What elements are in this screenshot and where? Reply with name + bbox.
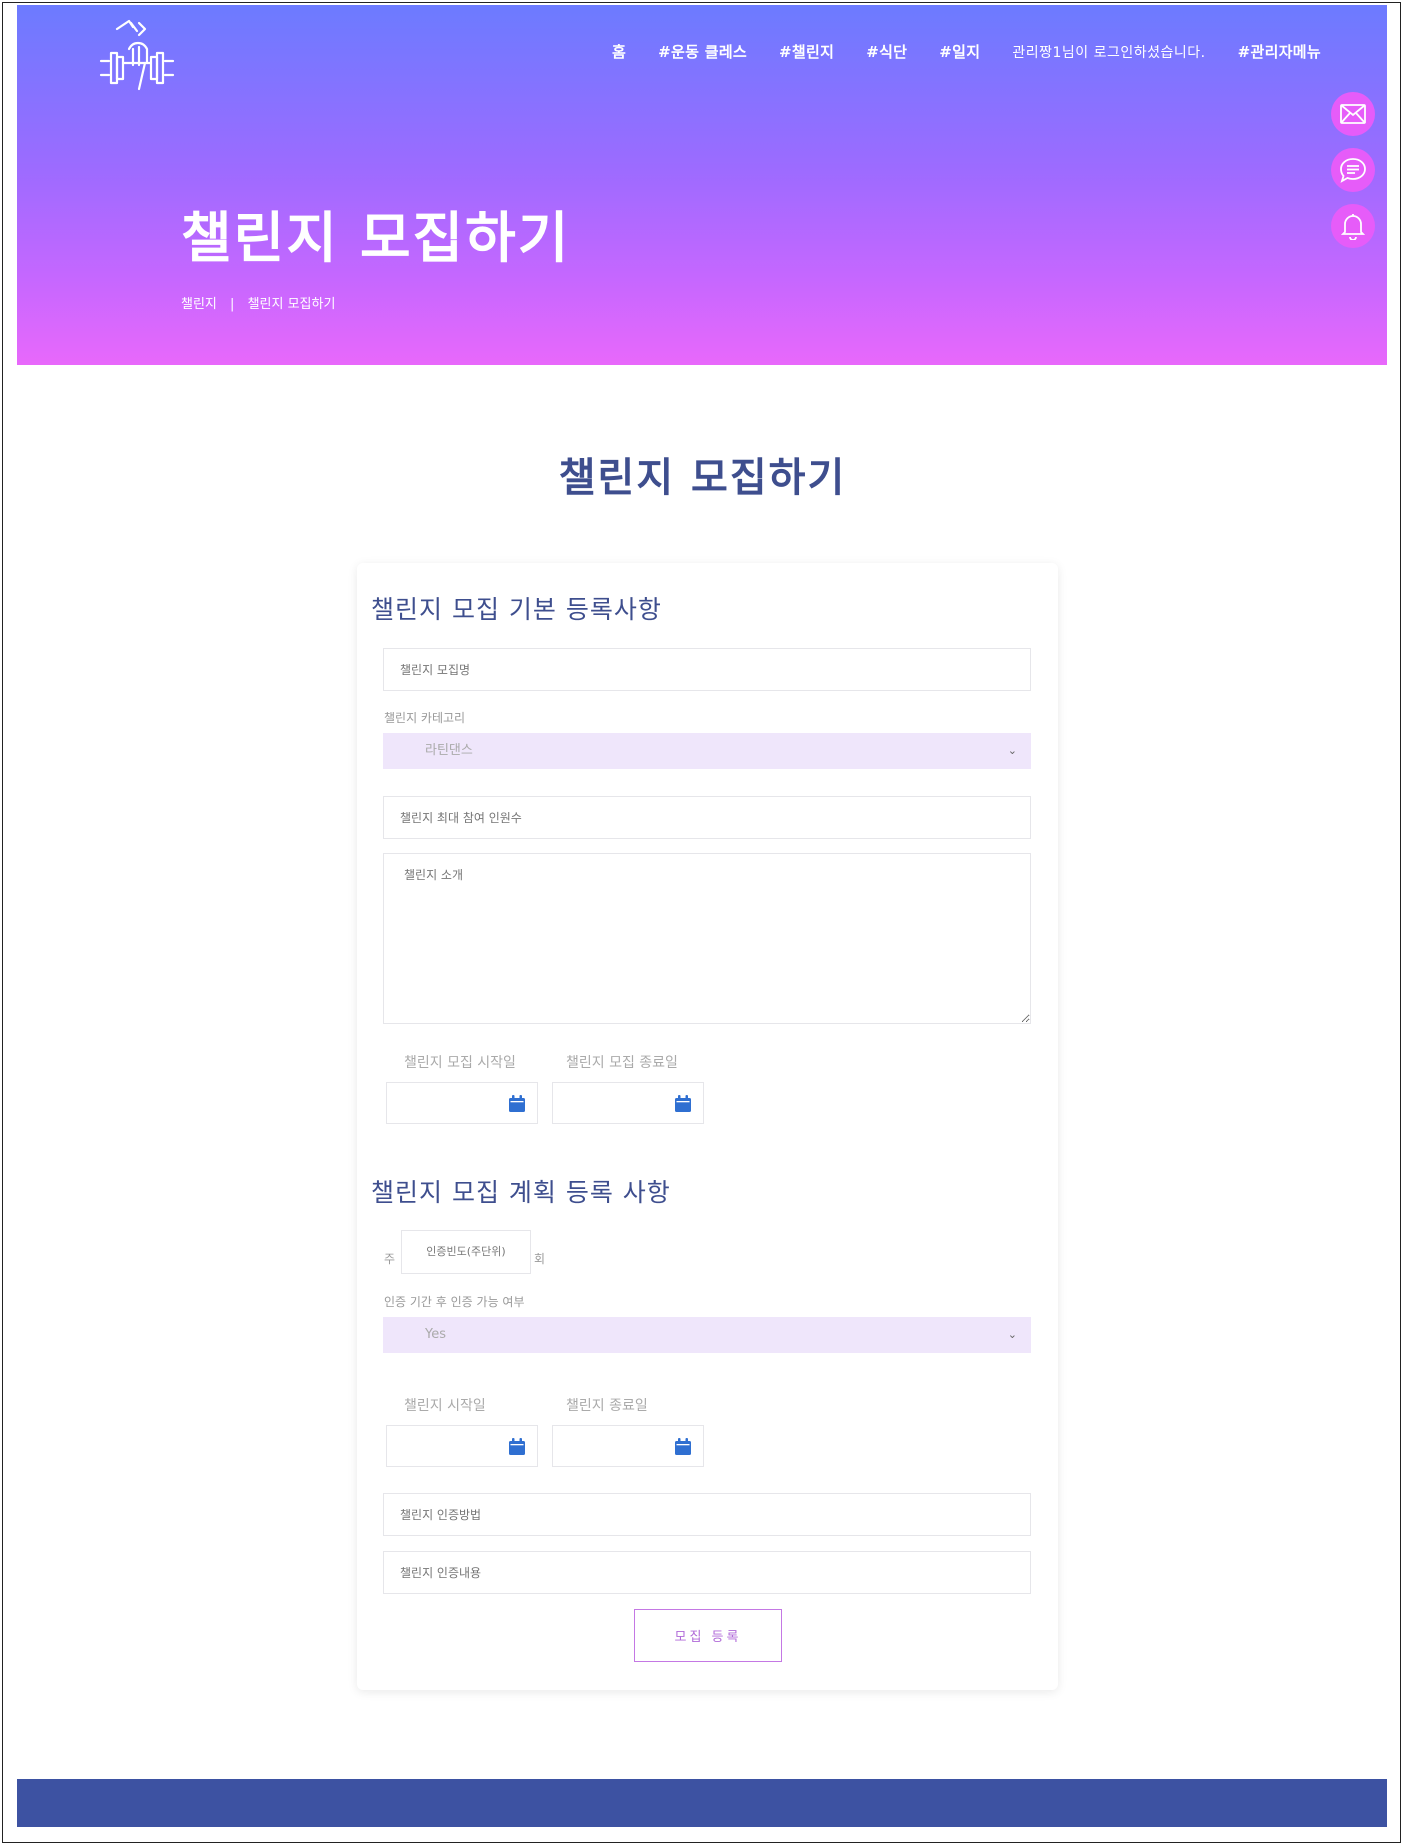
nav-home[interactable]: 홈 bbox=[612, 41, 626, 62]
calendar-icon[interactable] bbox=[509, 1094, 525, 1112]
recruit-end-date-input[interactable] bbox=[552, 1082, 704, 1124]
breadcrumb-separator: | bbox=[230, 297, 235, 312]
recruit-start-date-input[interactable] bbox=[386, 1082, 538, 1124]
category-select[interactable]: 라틴댄스 ⌄ bbox=[383, 733, 1031, 769]
late-auth-label: 인증 기간 후 인증 가능 여부 bbox=[384, 1295, 525, 1309]
challenge-intro-textarea[interactable] bbox=[383, 853, 1031, 1024]
mail-icon[interactable] bbox=[1331, 92, 1375, 136]
calendar-icon[interactable] bbox=[675, 1094, 691, 1112]
logo-dumbbell-icon[interactable] bbox=[87, 19, 187, 93]
freq-prefix: 주 bbox=[384, 1252, 396, 1266]
auth-content-input[interactable] bbox=[383, 1551, 1031, 1594]
auth-method-input[interactable] bbox=[383, 1493, 1031, 1536]
login-status: 관리짱1님이 로그인하셨습니다. bbox=[1012, 44, 1206, 61]
challenge-recruit-form: 챌린지 모집 기본 등록사항 챌린지 카테고리 라틴댄스 ⌄ 챌린지 모집 시작… bbox=[357, 563, 1058, 1690]
calendar-icon[interactable] bbox=[509, 1437, 525, 1455]
freq-suffix: 회 bbox=[534, 1252, 546, 1266]
category-selected-value: 라틴댄스 bbox=[425, 743, 473, 758]
calendar-icon[interactable] bbox=[675, 1437, 691, 1455]
hero-title: 챌린지 모집하기 bbox=[181, 206, 571, 270]
hero-header: 홈 #운동 클레스 #챌린지 #식단 #일지 관리짱1님이 로그인하셨습니다. … bbox=[17, 5, 1387, 365]
main-nav: 홈 #운동 클레스 #챌린지 #식단 #일지 관리짱1님이 로그인하셨습니다. … bbox=[580, 41, 1321, 62]
late-auth-select[interactable]: Yes ⌄ bbox=[383, 1317, 1031, 1353]
challenge-start-date-input[interactable] bbox=[386, 1425, 538, 1467]
section-basic-title: 챌린지 모집 기본 등록사항 bbox=[371, 595, 662, 624]
nav-diet[interactable]: #식단 bbox=[866, 41, 907, 62]
chevron-down-icon: ⌄ bbox=[1007, 744, 1017, 757]
challenge-name-input[interactable] bbox=[383, 648, 1031, 691]
breadcrumb-current: 챌린지 모집하기 bbox=[247, 297, 336, 312]
bell-icon[interactable] bbox=[1331, 204, 1375, 248]
nav-journal[interactable]: #일지 bbox=[939, 41, 980, 62]
late-auth-selected-value: Yes bbox=[425, 1327, 446, 1342]
section-plan-title: 챌린지 모집 계획 등록 사항 bbox=[371, 1178, 671, 1207]
challenge-end-label: 챌린지 종료일 bbox=[566, 1398, 648, 1414]
nav-exercise-class[interactable]: #운동 클레스 bbox=[658, 41, 747, 62]
challenge-end-date-input[interactable] bbox=[552, 1425, 704, 1467]
challenge-start-label: 챌린지 시작일 bbox=[404, 1398, 486, 1414]
footer-bar bbox=[17, 1779, 1387, 1827]
recruit-end-label: 챌린지 모집 종료일 bbox=[566, 1055, 678, 1071]
chevron-down-icon: ⌄ bbox=[1007, 1328, 1017, 1341]
auth-frequency-placeholder: 인증빈도(주단위) bbox=[426, 1245, 506, 1258]
submit-recruit-button[interactable]: 모집 등록 bbox=[634, 1609, 782, 1662]
breadcrumb-parent[interactable]: 챌린지 bbox=[181, 297, 217, 312]
recruit-start-label: 챌린지 모집 시작일 bbox=[404, 1055, 516, 1071]
nav-challenge[interactable]: #챌린지 bbox=[779, 41, 834, 62]
max-participants-input[interactable] bbox=[383, 796, 1031, 839]
auth-frequency-input[interactable]: 인증빈도(주단위) bbox=[401, 1230, 531, 1274]
category-label: 챌린지 카테고리 bbox=[384, 711, 466, 725]
chat-icon[interactable] bbox=[1331, 148, 1375, 192]
breadcrumb: 챌린지 | 챌린지 모집하기 bbox=[181, 293, 335, 312]
side-quick-icons bbox=[1331, 92, 1375, 248]
page-title: 챌린지 모집하기 bbox=[558, 455, 847, 501]
nav-admin-menu[interactable]: #관리자메뉴 bbox=[1238, 41, 1321, 62]
